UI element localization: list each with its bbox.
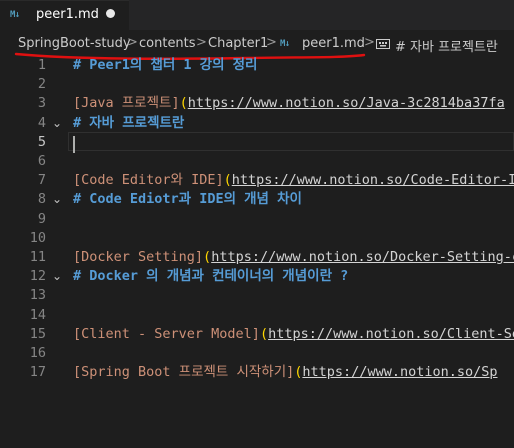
fold-chevron-icon[interactable]: ⌄ bbox=[52, 267, 62, 286]
markdown-heading: # Code Ediotr과 IDE의 개념 차이 bbox=[73, 191, 302, 208]
line-number: 14 bbox=[29, 306, 46, 323]
markdown-heading: # Docker 의 개념과 컨테이너의 개념이란 ? bbox=[73, 268, 349, 285]
line-number: 8 bbox=[37, 191, 46, 208]
code-line[interactable]: # Peer1의 챕터 1 강의 정리 bbox=[73, 56, 257, 75]
chevron-right-icon: > bbox=[364, 35, 375, 50]
code-line[interactable]: # 자바 프로젝트란 bbox=[73, 114, 184, 133]
link-url[interactable]: https://www.notion.so/Docker-Setting-c bbox=[211, 249, 514, 265]
link-url[interactable]: https://www.notion.so/Client-Se bbox=[268, 326, 514, 342]
line-number: 15 bbox=[29, 325, 46, 342]
line-number: 16 bbox=[29, 345, 46, 361]
line-number: 11 bbox=[29, 249, 46, 265]
link-label: [Client - Server Model] bbox=[73, 325, 260, 342]
link-url[interactable]: https://www.notion.so/Java-3c2814ba37fa bbox=[188, 95, 505, 111]
breadcrumb-item-contents[interactable]: contents bbox=[139, 36, 196, 51]
chevron-right-icon: > bbox=[266, 35, 277, 50]
paren-bracket: ( bbox=[203, 249, 212, 265]
unsaved-dot-icon[interactable] bbox=[106, 9, 115, 18]
fold-chevron-icon[interactable]: ⌄ bbox=[52, 114, 62, 133]
link-url[interactable]: https://www.notion.so/Code-Editor-I bbox=[232, 172, 514, 188]
symbol-key-icon bbox=[376, 39, 390, 49]
line-number: 12 bbox=[29, 268, 46, 285]
paren-bracket: ( bbox=[223, 172, 232, 189]
line-number: 17 bbox=[29, 364, 46, 381]
line-number: 3 bbox=[37, 95, 46, 112]
line-number: 2 bbox=[37, 76, 46, 93]
tab-bar: M↓ peer1.md bbox=[0, 0, 514, 30]
code-line[interactable]: [Code Editor와 IDE](https://www.notion.so… bbox=[73, 171, 514, 190]
code-line[interactable]: [Docker Setting](https://www.notion.so/D… bbox=[73, 248, 514, 267]
tab-peer1-md[interactable]: M↓ peer1.md bbox=[0, 0, 129, 30]
chevron-right-icon: > bbox=[127, 35, 138, 50]
line-number: 5 bbox=[37, 133, 46, 150]
link-label: [Docker Setting] bbox=[73, 249, 204, 265]
link-label: [Java 프로젝트] bbox=[73, 95, 180, 112]
markdown-icon: M↓ bbox=[10, 10, 20, 20]
breadcrumb-item-symbol[interactable]: # 자바 프로젝트란 bbox=[395, 36, 498, 55]
line-number: 4 bbox=[37, 114, 46, 131]
paren-bracket: ( bbox=[259, 325, 269, 342]
code-line[interactable]: [Spring Boot 프로젝트 시작하기](https://www.noti… bbox=[73, 363, 498, 382]
line-number: 7 bbox=[37, 172, 46, 189]
current-line-highlight bbox=[68, 132, 514, 151]
breadcrumb-item-springboot-study[interactable]: SpringBoot-study bbox=[18, 36, 131, 51]
markdown-heading: # 자바 프로젝트란 bbox=[73, 114, 185, 131]
editor[interactable]: 1 # Peer1의 챕터 1 강의 정리 2 3 [Java 프로젝트](https:… bbox=[0, 56, 514, 448]
breadcrumb: SpringBoot-study > contents > Chapter1 >… bbox=[0, 30, 514, 56]
text-cursor bbox=[73, 136, 75, 153]
breadcrumb-item-file[interactable]: peer1.md bbox=[302, 36, 365, 51]
link-label: [Code Editor와 IDE] bbox=[73, 172, 224, 189]
line-number: 13 bbox=[29, 287, 46, 304]
chevron-right-icon: > bbox=[196, 35, 207, 50]
line-number: 1 bbox=[37, 57, 46, 73]
fold-chevron-icon[interactable]: ⌄ bbox=[52, 190, 62, 209]
line-number: 10 bbox=[29, 229, 46, 246]
line-number: 6 bbox=[37, 153, 46, 169]
code-line[interactable]: # Docker 의 개념과 컨테이너의 개념이란 ? bbox=[73, 267, 348, 286]
markdown-heading: # Peer1의 챕터 1 강의 정리 bbox=[73, 57, 258, 73]
markdown-icon: M↓ bbox=[280, 39, 290, 49]
link-url[interactable]: https://www.notion.so/Sp bbox=[302, 364, 497, 380]
code-line[interactable]: # Code Ediotr과 IDE의 개념 차이 bbox=[73, 190, 302, 209]
tab-label: peer1.md bbox=[36, 7, 99, 22]
link-label: [Spring Boot 프로젝트 시작하기] bbox=[73, 364, 295, 381]
code-line[interactable]: [Java 프로젝트](https://www.notion.so/Java-3… bbox=[73, 94, 505, 113]
line-number: 9 bbox=[37, 210, 46, 227]
breadcrumb-item-chapter1[interactable]: Chapter1 bbox=[208, 36, 268, 51]
paren-bracket: ( bbox=[179, 95, 188, 112]
code-line[interactable]: [Client - Server Model](https://www.noti… bbox=[73, 325, 514, 344]
